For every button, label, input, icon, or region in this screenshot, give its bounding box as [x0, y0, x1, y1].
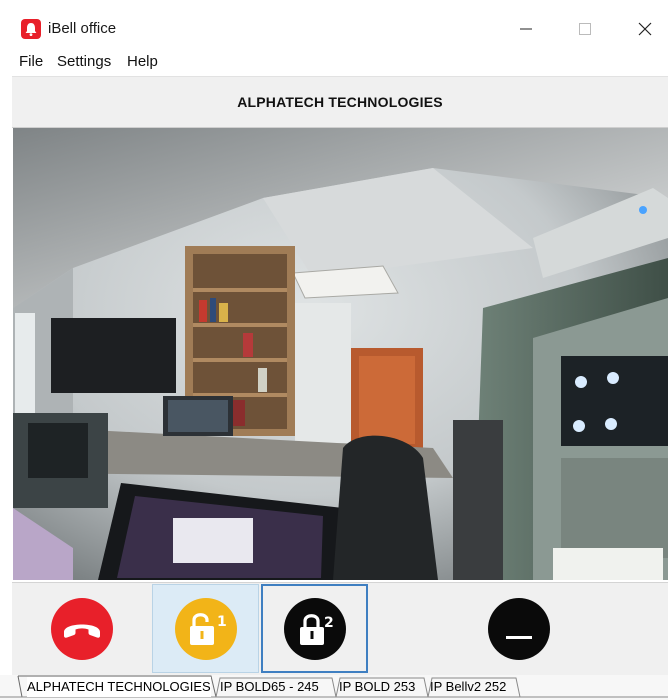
- minimize-button[interactable]: [503, 12, 549, 46]
- device-header: ALPHATECH TECHNOLOGIES: [12, 76, 668, 128]
- tab-ip-bold65[interactable]: IP BOLD65 - 245: [220, 677, 319, 697]
- unlock-2-circle: 2: [283, 597, 346, 660]
- maximize-icon: [579, 23, 591, 35]
- minimize-icon: [520, 28, 532, 30]
- phone-hangup-icon: [63, 624, 100, 638]
- tab-alphatech[interactable]: ALPHATECH TECHNOLOGIES: [27, 677, 211, 697]
- mute-circle: [488, 597, 550, 660]
- maximize-button[interactable]: [562, 12, 608, 46]
- close-icon: [638, 22, 652, 36]
- menu-bar: File Settings Help: [0, 50, 668, 74]
- unlock-1-circle: 1: [174, 597, 237, 660]
- camera-video-feed: [13, 128, 668, 580]
- window-title: iBell office: [48, 20, 117, 37]
- unlock-2-button[interactable]: 2: [261, 584, 368, 673]
- call-controls: 1 2: [12, 582, 668, 675]
- unlock-1-button[interactable]: 1: [152, 584, 259, 673]
- camera-frame-image: [13, 128, 668, 580]
- title-bar: iBell office: [0, 0, 668, 46]
- bell-app-icon: [21, 19, 41, 39]
- unlock-1-icon: 1: [189, 612, 227, 645]
- device-name: ALPHATECH TECHNOLOGIES: [237, 94, 443, 110]
- tab-ip-bellv2[interactable]: IP Bellv2 252: [430, 677, 506, 697]
- mute-bar-icon: [506, 635, 532, 639]
- tab-ip-bold-253[interactable]: IP BOLD 253: [339, 677, 415, 697]
- menu-help[interactable]: Help: [127, 53, 158, 70]
- menu-settings[interactable]: Settings: [57, 53, 111, 70]
- close-button[interactable]: [622, 12, 668, 46]
- hangup-button[interactable]: [12, 584, 151, 673]
- device-tabs: ALPHATECH TECHNOLOGIES IP BOLD65 - 245 I…: [0, 675, 668, 700]
- hangup-circle: [50, 597, 113, 660]
- mute-button[interactable]: [370, 584, 668, 673]
- menu-file[interactable]: File: [19, 53, 43, 70]
- unlock-2-number: 2: [324, 615, 334, 631]
- lock-2-icon: 2: [299, 613, 334, 645]
- unlock-1-number: 1: [217, 614, 227, 630]
